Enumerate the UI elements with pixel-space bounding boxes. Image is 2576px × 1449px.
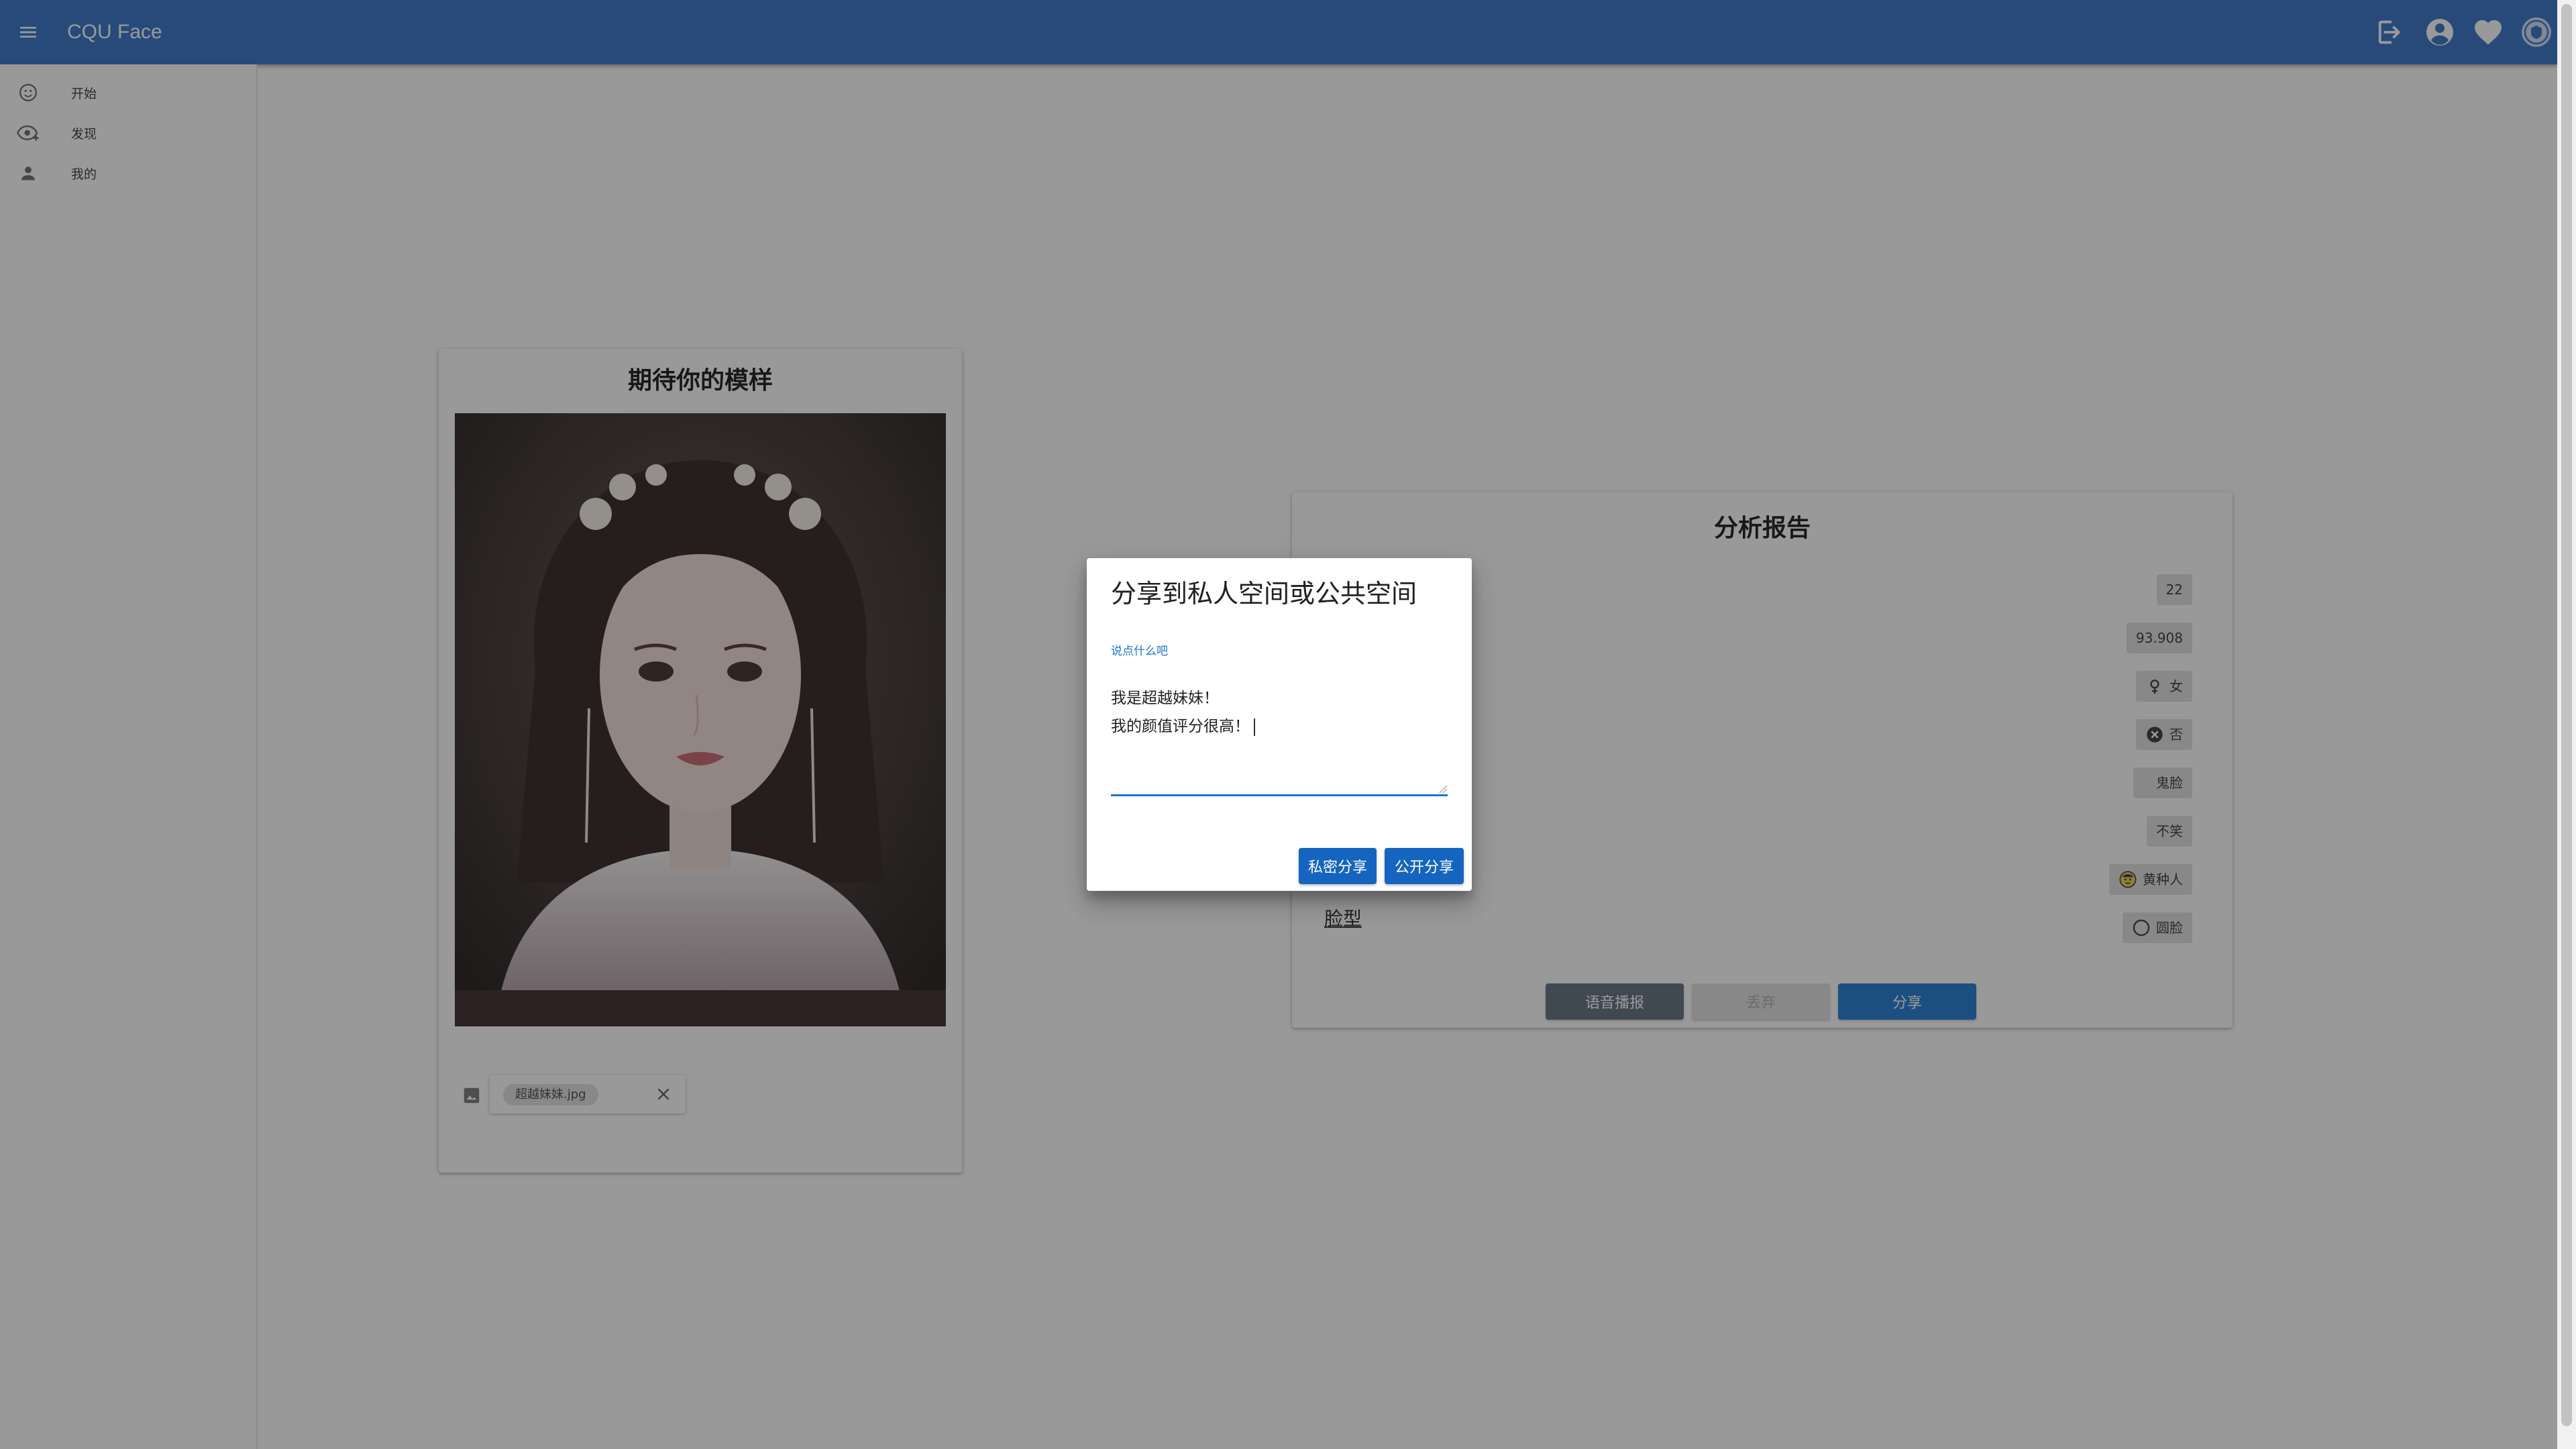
dialog-title: 分享到私人空间或公共空间 — [1111, 579, 1417, 608]
scrollbar-thumb[interactable] — [2561, 4, 2572, 1426]
textarea-underline — [1111, 794, 1448, 796]
resize-handle-icon[interactable] — [1438, 784, 1448, 794]
text-caret — [1254, 718, 1255, 736]
private-share-button[interactable]: 私密分享 — [1299, 848, 1377, 884]
message-field-label: 说点什么吧 — [1111, 645, 1168, 658]
page-scrollbar[interactable] — [2557, 0, 2576, 1449]
message-textarea[interactable]: 我是超越妹妹！ 我的颜值评分很高！ — [1111, 684, 1446, 755]
share-dialog: 分享到私人空间或公共空间 说点什么吧 我是超越妹妹！ 我的颜值评分很高！ 私密分… — [1087, 558, 1472, 891]
message-text: 我是超越妹妹！ 我的颜值评分很高！ — [1111, 690, 1250, 735]
public-share-button[interactable]: 公开分享 — [1385, 848, 1464, 884]
